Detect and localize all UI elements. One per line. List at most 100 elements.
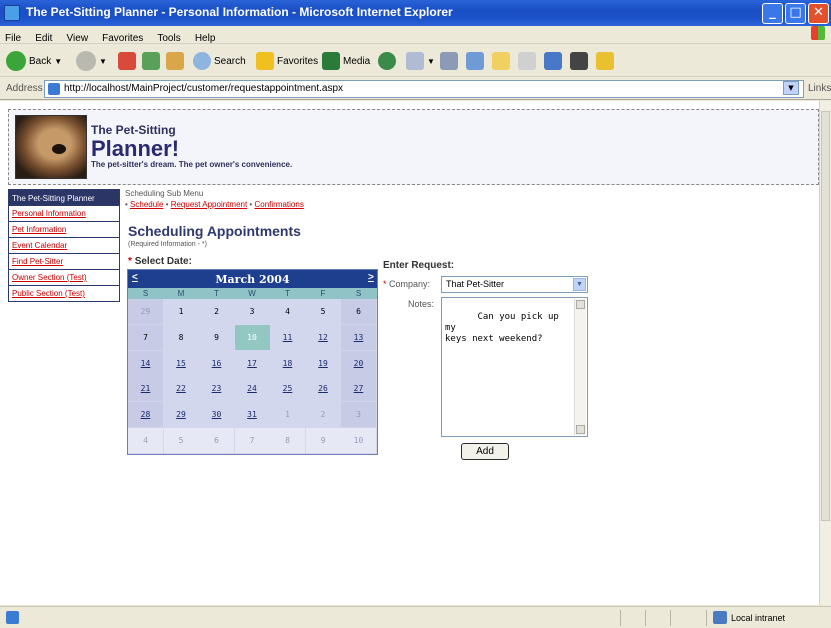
calendar-day-26[interactable]: 26 bbox=[306, 376, 341, 401]
calendar-day-other-5[interactable]: 5 bbox=[163, 428, 199, 453]
calendar-day-4[interactable]: 4 bbox=[270, 299, 305, 324]
calendar-day-9[interactable]: 9 bbox=[199, 325, 234, 350]
calendar-day-other-8[interactable]: 8 bbox=[270, 428, 305, 453]
calendar-day-29[interactable]: 29 bbox=[164, 402, 199, 427]
calendar-day-15[interactable]: 15 bbox=[164, 351, 199, 376]
calendar-day-other-4[interactable]: 4 bbox=[128, 428, 163, 453]
calendar-day-16[interactable]: 16 bbox=[199, 351, 234, 376]
calendar-day-other-7[interactable]: 7 bbox=[234, 428, 270, 453]
minimize-button[interactable]: _ bbox=[762, 3, 783, 24]
calendar-day-20[interactable]: 20 bbox=[341, 350, 376, 376]
calendar-next-month[interactable]: > bbox=[368, 272, 374, 283]
submenu-link-request-appointment[interactable]: Request Appointment bbox=[171, 200, 248, 209]
calendar-day-23[interactable]: 23 bbox=[199, 376, 234, 401]
notes-scrollbar[interactable] bbox=[574, 299, 586, 435]
menu-edit[interactable]: Edit bbox=[30, 30, 56, 44]
add-button[interactable]: Add bbox=[461, 443, 509, 460]
calendar-day-8[interactable]: 8 bbox=[164, 325, 199, 350]
favorites-button[interactable]: Favorites bbox=[256, 50, 318, 72]
menu-file[interactable]: File bbox=[0, 30, 25, 44]
calendar-day-5[interactable]: 5 bbox=[306, 299, 341, 324]
calendar-day-22[interactable]: 22 bbox=[164, 376, 199, 401]
scrollbar-thumb[interactable] bbox=[821, 111, 830, 521]
menu-help[interactable]: Help bbox=[190, 30, 220, 44]
research-button[interactable] bbox=[544, 50, 562, 72]
m-button[interactable] bbox=[570, 50, 588, 72]
notes-textarea[interactable]: Can you pick up my keys next weekend? bbox=[441, 297, 588, 437]
home-button[interactable] bbox=[166, 50, 184, 72]
calendar-day-other-10[interactable]: 10 bbox=[341, 428, 376, 453]
calendar-day-27[interactable]: 27 bbox=[341, 376, 376, 402]
calendar-day-other-6[interactable]: 6 bbox=[199, 428, 234, 453]
edit-button[interactable] bbox=[466, 50, 484, 72]
calendar-day-18[interactable]: 18 bbox=[270, 351, 305, 376]
history-button[interactable] bbox=[378, 50, 396, 72]
menu-view[interactable]: View bbox=[62, 30, 93, 44]
side-menu-item-pet-information[interactable]: Pet Information bbox=[8, 222, 120, 238]
forward-button[interactable]: ▼ bbox=[76, 50, 107, 72]
required-info-note: (Required Information - *) bbox=[128, 241, 207, 248]
side-menu-item-public-section[interactable]: Public Section (Test) bbox=[8, 286, 120, 302]
discuss-button[interactable] bbox=[492, 50, 510, 72]
page-scrollbar[interactable] bbox=[819, 101, 831, 605]
calendar-day-19[interactable]: 19 bbox=[306, 351, 341, 376]
address-bar: Address http://localhost/MainProject/cus… bbox=[0, 78, 831, 100]
calendar-day-other-2[interactable]: 2 bbox=[306, 402, 341, 427]
calendar-day-1[interactable]: 1 bbox=[164, 299, 199, 324]
calendar-day-10[interactable]: 10 bbox=[234, 324, 270, 350]
links-button[interactable]: Links bbox=[808, 83, 831, 94]
address-url[interactable]: http://localhost/MainProject/customer/re… bbox=[64, 83, 343, 94]
calendar-day-13[interactable]: 13 bbox=[341, 324, 376, 350]
address-dropdown-button[interactable]: ▼ bbox=[783, 81, 799, 95]
calendar-prev-month[interactable]: < bbox=[132, 272, 138, 283]
extra-button[interactable] bbox=[596, 50, 614, 72]
calendar-day-21[interactable]: 21 bbox=[128, 376, 163, 402]
calendar-day-other-29[interactable]: 29 bbox=[128, 299, 163, 324]
search-icon bbox=[193, 52, 211, 70]
calendar-day-28[interactable]: 28 bbox=[128, 402, 163, 428]
mail-icon bbox=[406, 52, 424, 70]
calendar-day-7[interactable]: 7 bbox=[128, 324, 163, 350]
calendar-day-31[interactable]: 31 bbox=[235, 402, 270, 427]
side-menu-item-owner-section[interactable]: Owner Section (Test) bbox=[8, 270, 120, 286]
calendar-day-other-3[interactable]: 3 bbox=[341, 402, 376, 428]
menu-favorites[interactable]: Favorites bbox=[97, 30, 147, 44]
submenu-link-confirmations[interactable]: Confirmations bbox=[254, 200, 303, 209]
stop-button[interactable] bbox=[118, 50, 136, 72]
brand-top-line: The Pet-Sitting bbox=[91, 123, 176, 137]
media-button[interactable]: Media bbox=[322, 50, 370, 72]
maximize-button[interactable]: □ bbox=[785, 3, 806, 24]
back-button[interactable]: Back ▼ bbox=[6, 50, 62, 72]
calendar-day-12[interactable]: 12 bbox=[306, 325, 341, 350]
calendar-day-30[interactable]: 30 bbox=[199, 402, 234, 427]
ie-app-icon[interactable] bbox=[4, 5, 20, 21]
submenu-link-schedule[interactable]: Schedule bbox=[130, 200, 163, 209]
calendar-day-17[interactable]: 17 bbox=[235, 351, 270, 376]
calendar-day-24[interactable]: 24 bbox=[235, 376, 270, 401]
intranet-zone-icon bbox=[713, 611, 727, 624]
calendar-day-3[interactable]: 3 bbox=[235, 299, 270, 324]
menu-tools[interactable]: Tools bbox=[152, 30, 184, 44]
calendar-day-other-9[interactable]: 9 bbox=[305, 428, 341, 453]
mail-button[interactable]: ▼ bbox=[406, 50, 435, 72]
side-menu-item-personal-information[interactable]: Personal Information bbox=[8, 206, 120, 222]
close-button[interactable]: ✕ bbox=[808, 3, 829, 24]
chevron-down-icon[interactable]: ▼ bbox=[573, 278, 586, 291]
search-button[interactable]: Search bbox=[193, 50, 246, 72]
window-title: The Pet-Sitting Planner - Personal Infor… bbox=[26, 5, 453, 19]
calendar-day-14[interactable]: 14 bbox=[128, 350, 163, 376]
calendar-day-25[interactable]: 25 bbox=[270, 376, 305, 401]
messenger-button[interactable] bbox=[518, 50, 536, 72]
refresh-button[interactable] bbox=[142, 50, 160, 72]
weekday-header: S bbox=[142, 289, 149, 298]
calendar-day-11[interactable]: 11 bbox=[270, 325, 305, 350]
side-menu-item-find-pet-sitter[interactable]: Find Pet-Sitter bbox=[8, 254, 120, 270]
print-button[interactable] bbox=[440, 50, 458, 72]
site-header: The Pet-Sitting Planner! The pet-sitter'… bbox=[8, 109, 819, 185]
calendar-day-2[interactable]: 2 bbox=[199, 299, 234, 324]
side-menu-item-event-calendar[interactable]: Event Calendar bbox=[8, 238, 120, 254]
address-input[interactable]: http://localhost/MainProject/customer/re… bbox=[44, 80, 804, 98]
company-select[interactable]: That Pet-Sitter ▼ bbox=[441, 276, 588, 293]
calendar-day-6[interactable]: 6 bbox=[341, 299, 376, 324]
calendar-day-other-1[interactable]: 1 bbox=[270, 402, 305, 427]
